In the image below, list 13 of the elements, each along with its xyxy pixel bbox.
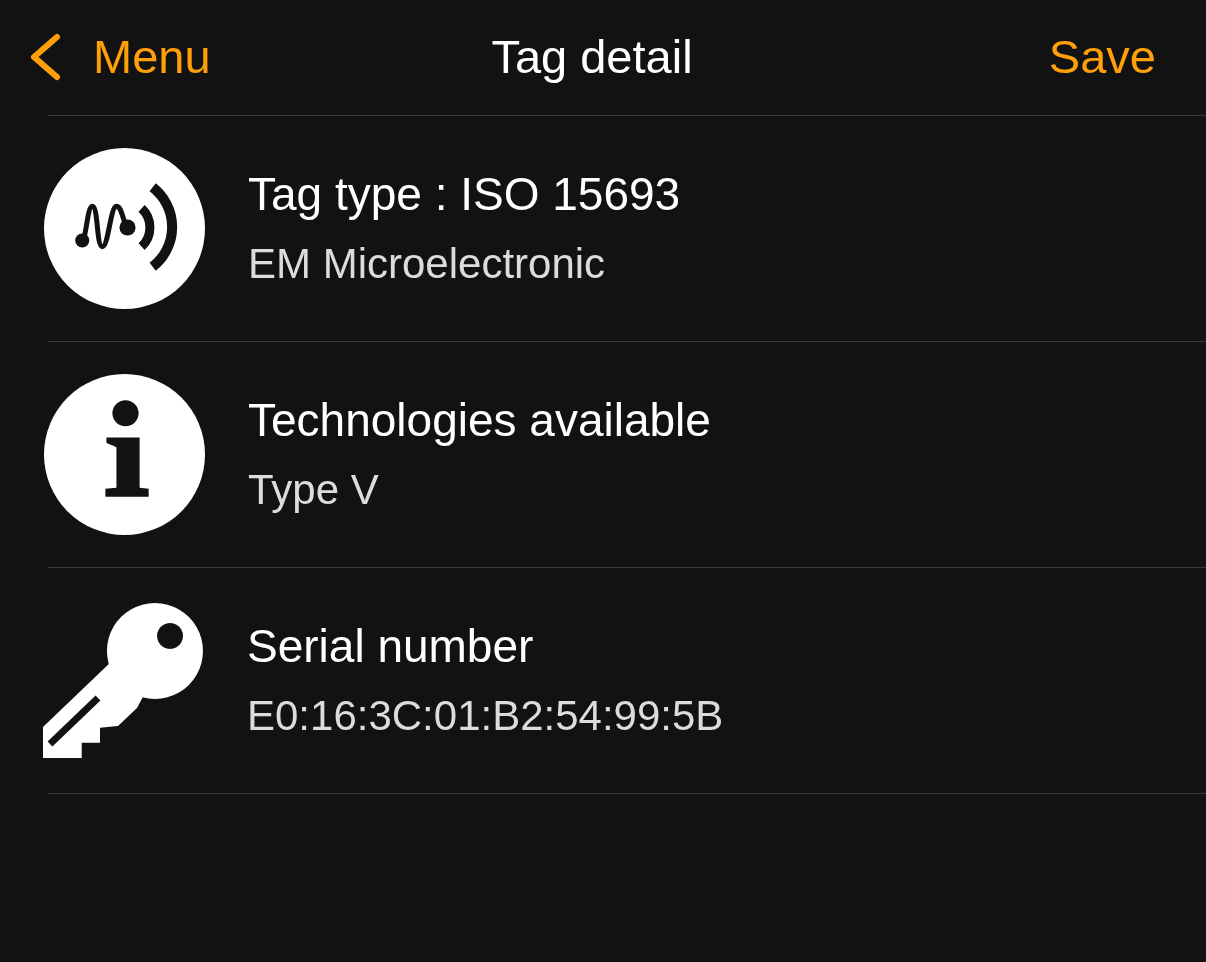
page-title: Tag detail bbox=[491, 30, 693, 85]
row-subtitle: Type V bbox=[248, 465, 379, 516]
back-button[interactable]: Menu bbox=[28, 30, 211, 85]
row-title: Technologies available bbox=[248, 393, 711, 449]
info-icon bbox=[44, 374, 205, 535]
row-subtitle: EM Microelectronic bbox=[248, 239, 606, 290]
row-subtitle: E0:16:3C:01:B2:54:99:5B bbox=[247, 691, 724, 742]
signal-wave-icon bbox=[44, 148, 205, 309]
row-title: Serial number bbox=[247, 619, 534, 675]
save-button[interactable]: Save bbox=[1048, 30, 1156, 85]
row-title: Tag type : ISO 15693 bbox=[248, 167, 681, 223]
key-icon bbox=[43, 603, 204, 758]
chevron-left-icon bbox=[28, 33, 63, 82]
